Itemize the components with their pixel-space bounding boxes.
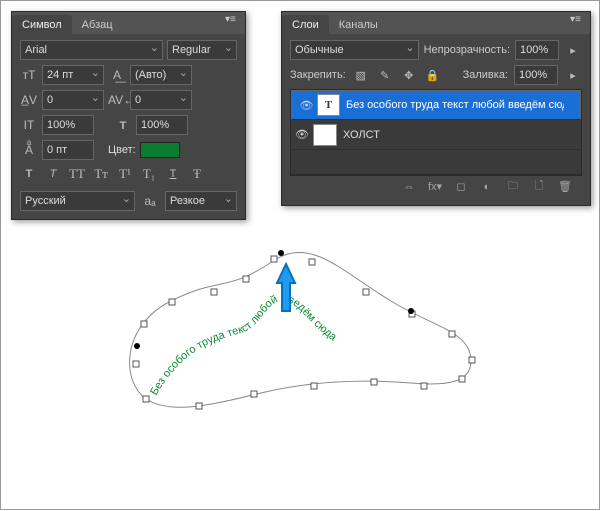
strikethrough-button[interactable]: Ŧ	[188, 165, 206, 183]
underline-button[interactable]: T	[164, 165, 182, 183]
lock-position-icon[interactable]: ✥	[400, 66, 418, 84]
opacity-label: Непрозрачность:	[424, 44, 510, 56]
opacity-input[interactable]	[515, 40, 559, 60]
tracking-select[interactable]: 0	[130, 90, 192, 110]
vscale-icon: IT	[20, 118, 38, 132]
font-size-icon: тТ	[20, 68, 38, 82]
allcaps-button[interactable]: TT	[68, 165, 86, 183]
leading-icon: A͟	[108, 68, 126, 82]
smallcaps-button[interactable]: Tᴛ	[92, 165, 110, 183]
language-select[interactable]: Русский	[20, 191, 135, 211]
lock-transparency-icon[interactable]: ▧	[352, 66, 370, 84]
layer-row[interactable]: 👁 ХОЛСТ	[291, 120, 581, 150]
new-layer-icon[interactable]: 🗋	[530, 178, 548, 196]
fill-flyout-icon[interactable]: ▸	[564, 66, 582, 84]
subscript-button[interactable]: T₁	[140, 165, 158, 183]
aa-icon: aₐ	[141, 194, 159, 208]
tab-layers[interactable]: Слои	[282, 15, 329, 34]
lock-all-icon[interactable]: 🔒	[424, 66, 442, 84]
font-family-select[interactable]: Arial	[20, 40, 163, 60]
font-style-select[interactable]: Regular	[167, 40, 237, 60]
bold-button[interactable]: T	[20, 165, 38, 183]
visibility-icon[interactable]: 👁	[296, 99, 317, 112]
layer-mask-icon[interactable]: ◻	[452, 178, 470, 196]
tracking-icon: AV↔	[108, 93, 126, 107]
antialias-select[interactable]: Резкое	[165, 191, 237, 211]
visibility-icon[interactable]: 👁	[291, 128, 313, 141]
kerning-icon: A̲V	[20, 93, 38, 107]
layer-group-icon[interactable]: 🗀	[504, 178, 522, 196]
panel-menu-icon[interactable]: ▾≡	[225, 14, 241, 28]
vscale-input[interactable]	[42, 115, 94, 135]
opacity-flyout-icon[interactable]: ▸	[564, 41, 582, 59]
superscript-button[interactable]: T¹	[116, 165, 134, 183]
lock-label: Закрепить:	[290, 69, 346, 81]
path-text: Без особого труда текст любой введём сюд…	[148, 292, 339, 398]
layers-footer: ⇔ fx▾ ◻ ◐ 🗀 🗋 🗑	[290, 175, 582, 197]
layer-name[interactable]: Без особого труда текст любой введём сюд…	[346, 99, 564, 111]
lock-pixels-icon[interactable]: ✎	[376, 66, 394, 84]
baseline-input[interactable]	[42, 140, 94, 160]
leading-select[interactable]: (Авто)	[130, 65, 192, 85]
layers-list: 👁 T Без особого труда текст любой введём…	[290, 89, 582, 175]
direction-points	[134, 250, 414, 349]
character-panel-header: Символ Абзац ▾≡	[12, 12, 245, 34]
adjustment-layer-icon[interactable]: ◐	[478, 178, 496, 196]
hscale-icon: T	[114, 118, 132, 132]
fill-label: Заливка:	[463, 69, 508, 81]
layer-thumbnail[interactable]: T	[317, 94, 340, 116]
canvas-path	[130, 252, 471, 407]
kerning-select[interactable]: 0	[42, 90, 104, 110]
link-layers-icon[interactable]: ⇔	[400, 178, 418, 196]
layers-panel: Слои Каналы ▾≡ Обычные Непрозрачность: ▸…	[281, 11, 591, 206]
blend-mode-select[interactable]: Обычные	[290, 40, 419, 60]
tab-character[interactable]: Символ	[12, 15, 72, 34]
arrow-indicator	[277, 264, 295, 311]
layer-thumbnail[interactable]	[313, 124, 337, 146]
tab-channels[interactable]: Каналы	[329, 15, 388, 34]
baseline-icon: Aͣ	[20, 143, 38, 157]
layers-panel-header: Слои Каналы ▾≡	[282, 12, 590, 34]
italic-button[interactable]: T	[44, 165, 62, 183]
character-panel: Символ Абзац ▾≡ Arial Regular тТ 24 пт A…	[11, 11, 246, 220]
layer-name[interactable]: ХОЛСТ	[343, 129, 380, 141]
color-label: Цвет:	[108, 144, 136, 156]
type-style-row: T T TT Tᴛ T¹ T₁ T Ŧ	[20, 165, 237, 183]
text-color-swatch[interactable]	[140, 142, 180, 158]
anchor-points	[133, 256, 475, 409]
font-size-select[interactable]: 24 пт	[42, 65, 104, 85]
layer-fx-icon[interactable]: fx▾	[426, 178, 444, 196]
hscale-input[interactable]	[136, 115, 188, 135]
tab-paragraph[interactable]: Абзац	[72, 15, 123, 34]
panel-menu-icon[interactable]: ▾≡	[570, 14, 586, 28]
delete-layer-icon[interactable]: 🗑	[556, 178, 574, 196]
fill-input[interactable]	[514, 65, 558, 85]
layer-row[interactable]: 👁 T Без особого труда текст любой введём…	[291, 90, 581, 120]
